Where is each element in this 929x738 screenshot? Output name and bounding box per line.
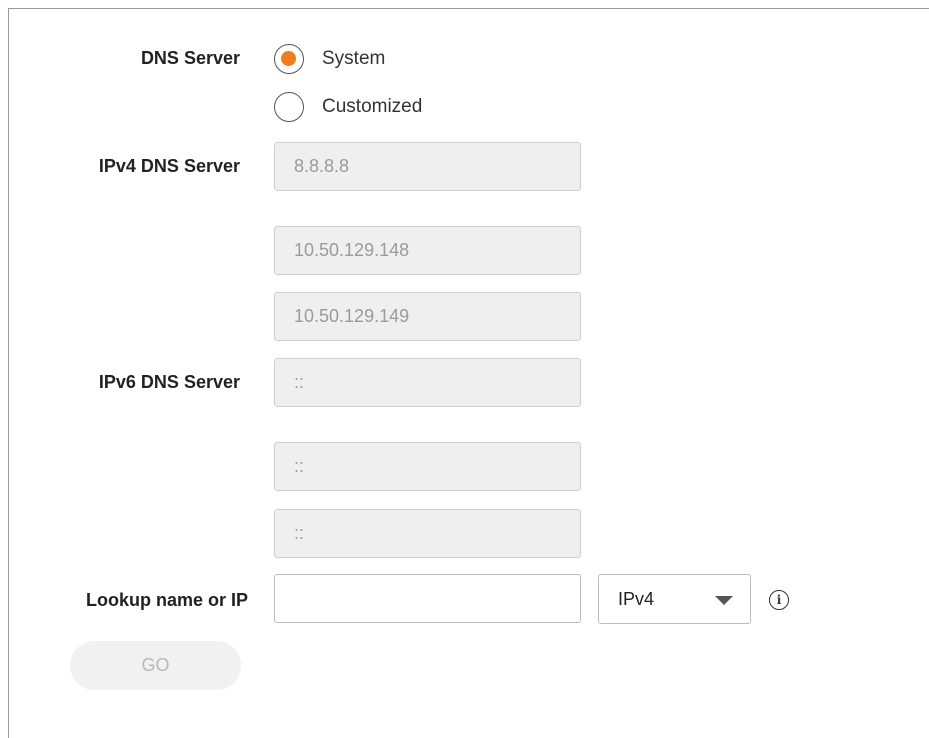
ipv4-dns-field-2: 10.50.129.148 xyxy=(274,226,581,275)
ipv6-dns-field-1: :: xyxy=(274,358,581,407)
radio-system[interactable]: System xyxy=(274,44,385,74)
ipv6-dns-field-2: :: xyxy=(274,442,581,491)
radio-system-label: System xyxy=(322,48,386,69)
radio-customized-label: Customized xyxy=(322,96,423,117)
dns-server-label: DNS Server xyxy=(140,48,240,68)
ipv4-dns-field-3: 10.50.129.149 xyxy=(274,292,581,341)
radio-unselected-icon[interactable] xyxy=(274,92,304,122)
lookup-label: Lookup name or IP xyxy=(85,590,248,610)
chevron-down-icon[interactable] xyxy=(715,596,733,605)
radio-customized[interactable]: Customized xyxy=(274,92,422,122)
radio-selected-icon[interactable] xyxy=(274,44,304,74)
ipv6-dns-label: IPv6 DNS Server xyxy=(98,372,240,392)
ipv4-dns-label: IPv4 DNS Server xyxy=(98,156,240,176)
protocol-select-value: IPv4 xyxy=(618,588,655,609)
lookup-input[interactable] xyxy=(274,574,581,623)
ipv6-dns-field-3: :: xyxy=(274,509,581,558)
info-icon[interactable]: i xyxy=(769,590,789,610)
ipv4-dns-field-1: 8.8.8.8 xyxy=(274,142,581,191)
go-button[interactable]: GO xyxy=(70,641,241,690)
protocol-select[interactable]: IPv4 xyxy=(598,574,751,624)
